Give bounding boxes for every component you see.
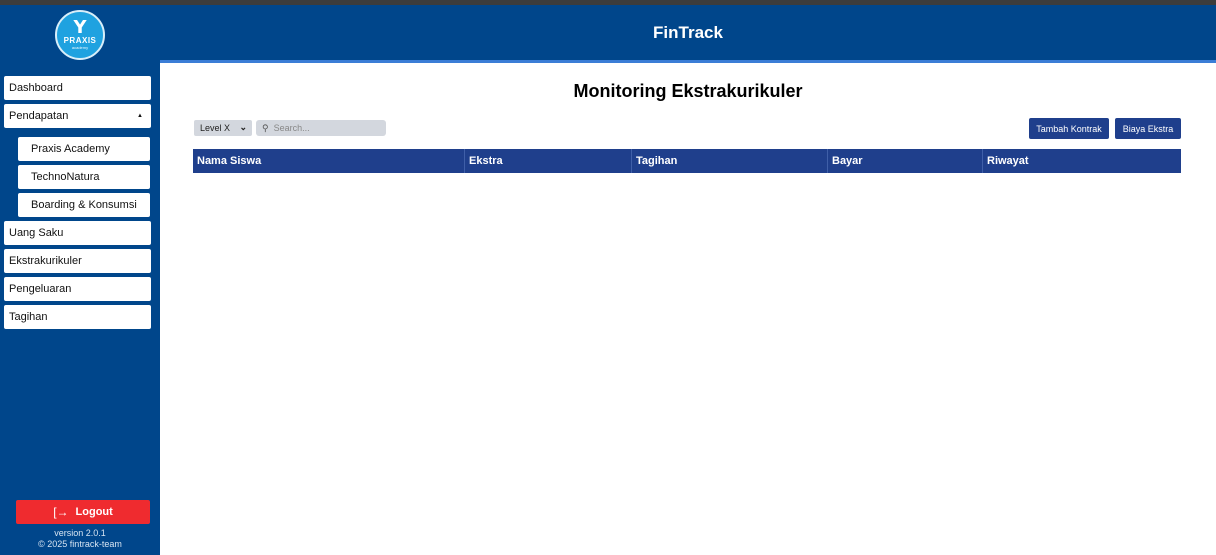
sidebar-item-label: TechnoNatura xyxy=(31,171,100,183)
version-info: version 2.0.1 © 2025 fintrack-team xyxy=(0,528,160,550)
logo-subtext: academy xyxy=(71,45,89,50)
sidebar-item-label: Pengeluaran xyxy=(9,283,72,295)
level-select[interactable]: Level X ⌄ xyxy=(194,120,252,136)
column-header-bayar[interactable]: Bayar xyxy=(828,149,983,173)
page-title: Monitoring Ekstrakurikuler xyxy=(573,81,803,101)
sidebar-item-ekstrakurikuler[interactable]: Ekstrakurikuler xyxy=(4,249,151,273)
logo-mark: Y xyxy=(73,17,87,38)
logout-icon: [→ xyxy=(53,505,69,519)
sidebar-item-label: Tagihan xyxy=(9,311,48,323)
logo-area: Y PRAXIS academy xyxy=(0,5,160,65)
sidebar: Y PRAXIS academy Dashboard Pendapatan ▲ … xyxy=(0,5,160,555)
search-input[interactable] xyxy=(273,123,374,133)
sidebar-item-label: Praxis Academy xyxy=(31,143,110,155)
column-header-ekstra[interactable]: Ekstra xyxy=(465,149,632,173)
app-title: FinTrack xyxy=(653,22,723,42)
sidebar-item-label: Ekstrakurikuler xyxy=(9,255,82,267)
version-text: version 2.0.1 xyxy=(54,528,106,538)
tambah-kontrak-button[interactable]: Tambah Kontrak xyxy=(1029,118,1109,139)
logo-text: PRAXIS xyxy=(63,36,97,45)
biaya-ekstra-button[interactable]: Biaya Ekstra xyxy=(1115,118,1181,139)
sidebar-item-dashboard[interactable]: Dashboard xyxy=(4,76,151,100)
sidebar-item-label: Boarding & Konsumsi xyxy=(31,199,137,211)
sidebar-item-tagihan[interactable]: Tagihan xyxy=(4,305,151,329)
column-header-nama-siswa[interactable]: Nama Siswa xyxy=(193,149,465,173)
praxis-logo[interactable]: Y PRAXIS academy xyxy=(55,10,105,60)
column-header-riwayat[interactable]: Riwayat xyxy=(983,149,1181,173)
sidebar-item-pendapatan[interactable]: Pendapatan ▲ xyxy=(4,104,151,128)
table-header: Nama Siswa Ekstra Tagihan Bayar Riwayat xyxy=(193,149,1181,173)
sidebar-item-boarding-konsumsi[interactable]: Boarding & Konsumsi xyxy=(18,193,150,217)
app-window: Y PRAXIS academy Dashboard Pendapatan ▲ … xyxy=(0,0,1216,555)
sidebar-item-label: Dashboard xyxy=(9,82,63,94)
chevron-down-icon: ⌄ xyxy=(239,122,247,132)
logout-button[interactable]: [→ Logout xyxy=(16,500,150,524)
level-select-value: Level X xyxy=(200,123,231,133)
sidebar-item-uang-saku[interactable]: Uang Saku xyxy=(4,221,151,245)
sidebar-item-technonatura[interactable]: TechnoNatura xyxy=(18,165,150,189)
sidebar-item-label: Pendapatan xyxy=(9,110,69,122)
app-header: FinTrack xyxy=(160,5,1216,63)
sidebar-item-pengeluaran[interactable]: Pengeluaran xyxy=(4,277,151,301)
copyright-text: © 2025 fintrack-team xyxy=(38,539,122,549)
sidebar-item-label: Uang Saku xyxy=(9,227,64,239)
logout-label: Logout xyxy=(75,506,113,518)
column-header-tagihan[interactable]: Tagihan xyxy=(632,149,828,173)
sidebar-item-praxis-academy[interactable]: Praxis Academy xyxy=(18,137,150,161)
search-icon: ⚲ xyxy=(262,122,269,133)
search-box: ⚲ xyxy=(256,120,386,136)
caret-up-icon: ▲ xyxy=(137,113,143,119)
